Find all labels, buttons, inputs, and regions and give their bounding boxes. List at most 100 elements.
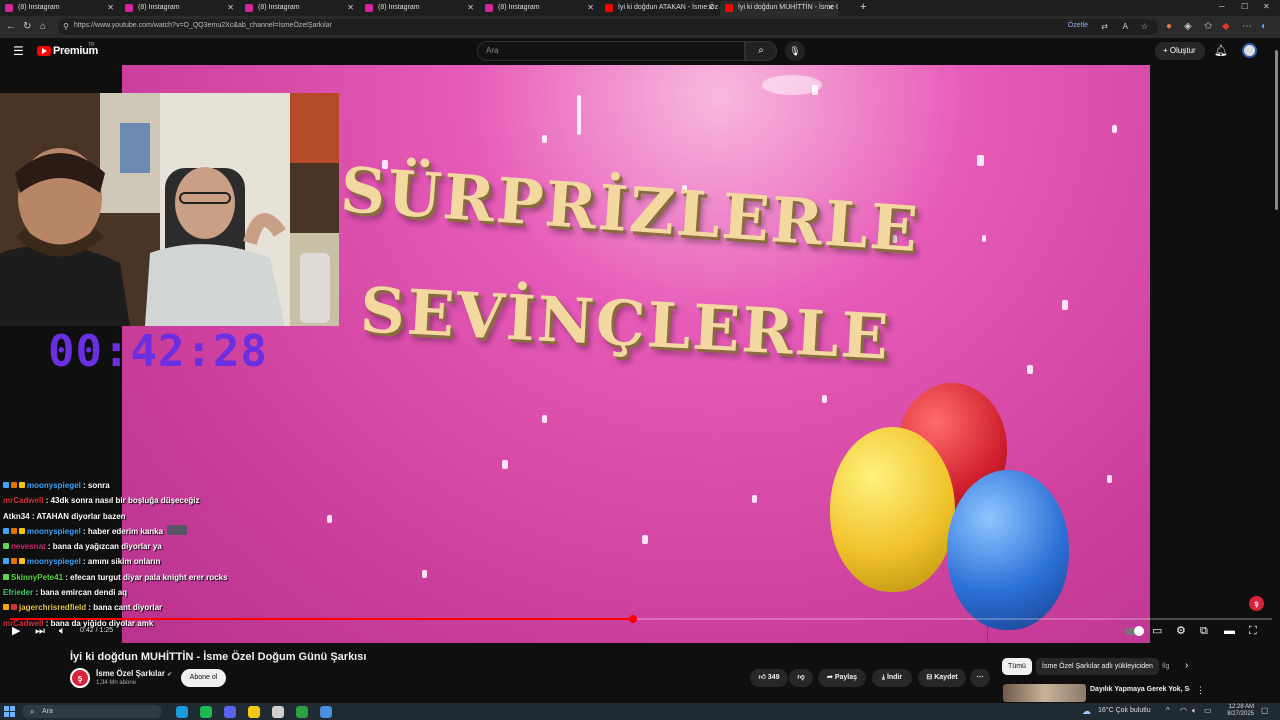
progress-bar[interactable] [10,615,1272,623]
tab-label: İyi ki doğdun ATAKAN - İsme Öz [618,4,718,11]
account-avatar[interactable] [1242,43,1257,58]
subtitles-icon[interactable]: ▭ [1152,625,1162,637]
recommendation-title[interactable]: Dayılık Yapmaya Gerek Yok, Sonu Sonun Gi… [1090,685,1190,694]
tab-label: (8) Instagram [18,4,60,11]
browser-tab[interactable]: (8) Instagram ✕ [240,1,358,16]
new-tab-button[interactable]: + [860,0,866,15]
obs-icon[interactable] [272,706,284,718]
chevron-right-icon[interactable]: › [1185,660,1188,671]
chat-username[interactable]: SkinnyPete41 [11,573,63,582]
discord-icon[interactable] [224,706,236,718]
tray-chevron-icon[interactable]: ^ [1166,706,1170,715]
browser-tab[interactable]: (8) Instagram ✕ [480,1,598,16]
notification-center-icon[interactable]: ▢ [1261,706,1269,715]
miniplayer-icon[interactable]: ⧉ [1200,625,1208,637]
channel-avatar[interactable]: ş [70,668,90,688]
theater-mode-icon[interactable]: ▬ [1224,625,1235,637]
speaker-icon[interactable]: 🔈︎ [1192,706,1197,716]
taskbar-clock[interactable]: 12:28 AM 8/27/2025 [1218,704,1254,718]
settings-gear-icon[interactable]: ⚙ [1176,625,1186,637]
chat-message: Efrieder : bana emircan dendi aq [3,585,263,600]
browser-tab[interactable]: (8) Instagram ✕ [0,1,118,16]
hamburger-menu-icon[interactable]: ☰ [13,45,24,57]
create-button[interactable]: + Oluştur [1155,42,1205,60]
subscribe-button[interactable]: Abone ol [181,669,226,687]
dislike-button[interactable]: 👎︎ [789,669,813,687]
notifications-bell-icon[interactable]: 🔔︎ [1214,44,1228,57]
minimize-icon[interactable]: ─ [1219,2,1225,11]
search-input[interactable]: Ara [486,46,498,55]
reload-icon[interactable]: ↻ [23,21,31,33]
profile-icon[interactable]: ◆ [1222,21,1230,33]
battery-icon[interactable]: ▭ [1204,706,1212,715]
close-tab-icon[interactable]: ✕ [227,1,234,15]
close-tab-icon[interactable]: ✕ [707,1,714,15]
browser-tab[interactable]: (8) Instagram ✕ [360,1,478,16]
search-box[interactable]: Ara [477,41,745,61]
browser-tab[interactable]: İyi ki doğdun ATAKAN - İsme Öz ✕ [600,1,718,16]
windows-start-icon[interactable] [4,706,15,717]
close-tab-icon[interactable]: ✕ [587,1,594,15]
autoplay-toggle[interactable] [1125,626,1144,636]
browser-menu-icon[interactable]: ⋯ [1242,21,1252,33]
close-tab-icon[interactable]: ✕ [467,1,474,15]
volume-icon[interactable]: 🔈︎ [59,625,66,637]
save-button[interactable]: ⊟ Kaydet [918,669,966,687]
microphone-icon[interactable]: 🎙︎ [785,41,805,61]
steam-icon[interactable] [320,706,332,718]
chat-username[interactable]: Efrieder [3,588,33,597]
extension-icon[interactable]: ● [1166,21,1172,33]
close-window-icon[interactable]: ✕ [1263,2,1270,11]
play-icon[interactable]: ▶ [12,625,20,637]
address-bar[interactable]: ⚲ https://www.youtube.com/watch?v=O_QQ3e… [58,19,1158,35]
back-icon[interactable]: ← [6,21,16,33]
chat-username[interactable]: moonyspiegel [27,527,81,536]
like-button[interactable]: 👍︎ 349 [750,669,788,687]
recommendation-thumbnail[interactable] [1003,684,1086,702]
home-icon[interactable]: ⌂ [40,21,46,33]
recommendation-more-icon[interactable]: ⋮ [1196,685,1205,696]
summarize-button[interactable]: Özetle [1068,22,1088,29]
search-icon[interactable]: ⌕ [745,41,777,61]
favorites-icon[interactable]: ✩ [1204,21,1212,33]
browser-tab[interactable]: (8) Instagram ✕ [120,1,238,16]
next-icon[interactable]: ⏭︎ [35,625,45,637]
chip-all[interactable]: Tümü [1002,658,1032,675]
chat-username[interactable]: mrCadwell [3,496,43,505]
chat-username[interactable]: Atkn34 [3,512,30,521]
edge-icon[interactable] [176,706,188,718]
more-actions-button[interactable]: ⋯ [970,669,990,687]
browser-tab[interactable]: İyi ki doğdun MUHİTTİN - İsme Ö ✕ [720,1,838,16]
taskbar-search[interactable]: ⌕ Ara [22,705,162,718]
favorite-star-icon[interactable]: ☆ [1141,21,1148,33]
chat-username[interactable]: moonyspiegel [27,557,81,566]
close-tab-icon[interactable]: ✕ [347,1,354,15]
chat-username[interactable]: nevesnat [11,542,46,551]
spotify-icon[interactable] [200,706,212,718]
chip-from-uploader[interactable]: İsme Özel Şarkılar adlı yükleyiciden [1036,658,1159,675]
fullscreen-icon[interactable]: ⛶ [1249,625,1257,637]
youtube-logo-icon[interactable] [37,46,51,56]
weather-text[interactable]: 16°C Çok bulutlu [1098,707,1151,714]
weather-icon[interactable]: ☁ [1082,706,1091,717]
download-button[interactable]: ⤓ İndir [872,669,912,687]
xbox-icon[interactable] [296,706,308,718]
file-explorer-icon[interactable] [248,706,260,718]
channel-watermark[interactable]: ş [1249,596,1264,611]
copilot-icon[interactable]: ◐ [1261,21,1267,33]
translate-icon[interactable]: ⇄ [1101,21,1108,33]
wifi-icon[interactable]: ◠ [1180,706,1187,715]
collections-icon[interactable]: ◈ [1184,21,1192,33]
chat-username[interactable]: jagerchrisredfield [19,603,86,612]
channel-name[interactable]: İsme Özel Şarkılar ✔ [96,669,172,678]
page-scrollbar[interactable] [1273,38,1280,703]
read-aloud-icon[interactable]: A [1123,21,1128,33]
site-info-icon[interactable]: ⚲ [63,21,69,33]
chip-related[interactable]: İlg [1162,658,1174,675]
close-tab-icon[interactable]: ✕ [107,1,114,15]
chat-username[interactable]: moonyspiegel [27,481,81,490]
maximize-icon[interactable]: ☐ [1241,2,1248,11]
scrollbar-thumb[interactable] [1275,50,1278,210]
close-tab-icon[interactable]: ✕ [827,1,834,15]
share-button[interactable]: ➦ Paylaş [818,669,866,687]
